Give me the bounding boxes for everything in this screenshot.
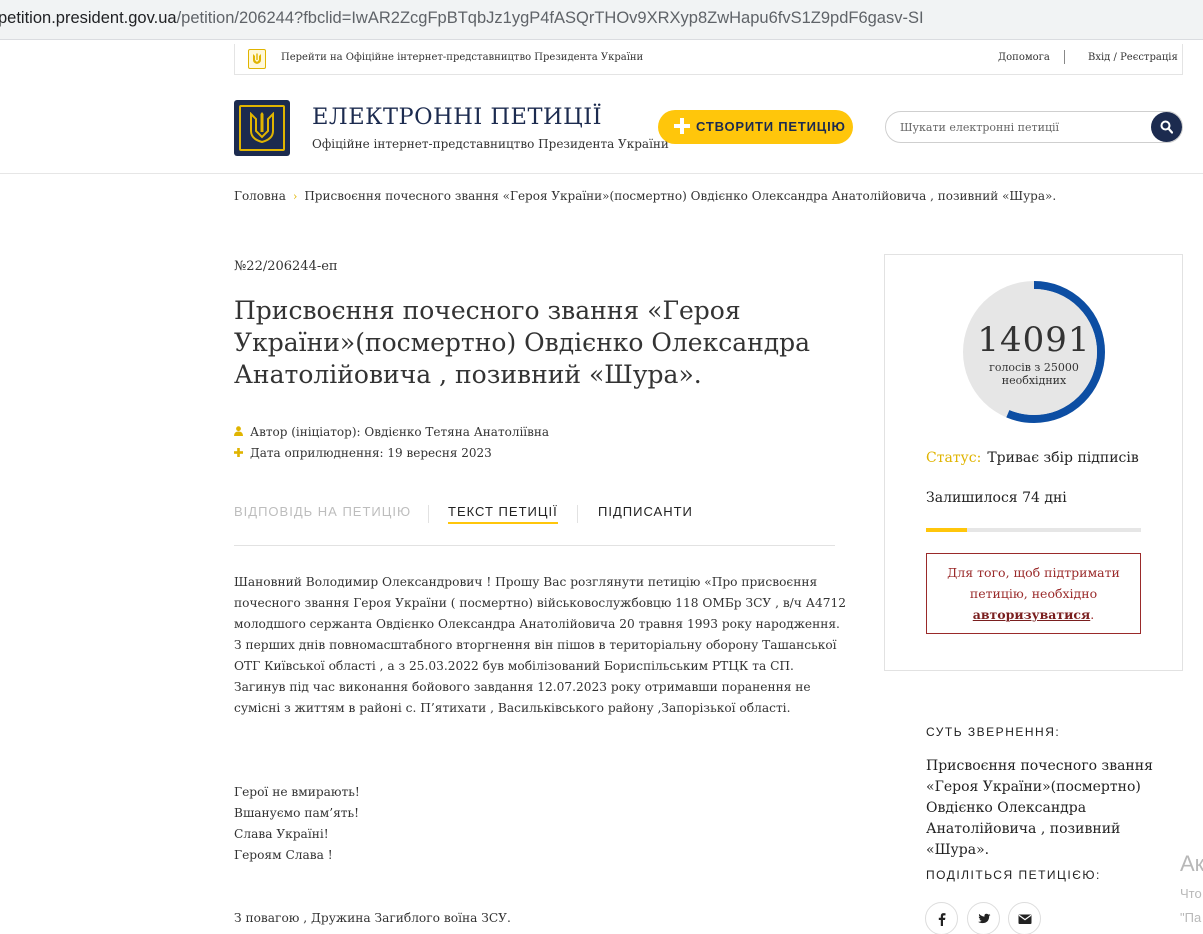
site-title[interactable]: ЕЛЕКТРОННІ ПЕТИЦІЇ — [312, 104, 602, 130]
breadcrumb-home[interactable]: Головна — [234, 189, 286, 203]
browser-address-bar[interactable]: petition.president.gov.ua/petition/20624… — [0, 0, 1203, 40]
authorize-link[interactable]: авторизуватися — [973, 607, 1091, 622]
tab-petition-text[interactable]: ТЕКСТ ПЕТИЦІЇ — [448, 504, 558, 524]
petition-body: Шановний Володимир Олександрович ! Прошу… — [234, 572, 846, 929]
closing-line: Герої не вмирають! — [234, 785, 360, 799]
activation-watermark: Что — [1180, 886, 1202, 901]
official-site-link[interactable]: Перейти на Офіційне інтернет-представниц… — [281, 52, 643, 63]
share-twitter-button[interactable] — [967, 902, 1000, 934]
body-line: сумісні з життям в районі с. П’ятихати ,… — [234, 701, 791, 715]
tab-signers[interactable]: ПІДПИСАНТИ — [598, 504, 693, 519]
summary-line: Присвоєння почесного звання — [926, 758, 1153, 774]
petition-date: Дата оприлюднення: 19 вересня 2023 — [234, 446, 492, 460]
closing-line: Героям Слава ! — [234, 848, 333, 862]
body-line: ОТГ Київської області , а з 25.03.2022 б… — [234, 659, 794, 673]
petition-author: Автор (ініціатор): Овдієнко Тетяна Анато… — [234, 425, 549, 439]
search-box — [885, 111, 1183, 143]
user-icon — [234, 426, 244, 439]
vote-card: 14091 голосів з 25000 необхідних Статус:… — [884, 254, 1183, 671]
twitter-icon — [977, 913, 991, 924]
days-left: Залишилося 74 дні — [926, 490, 1067, 506]
divider — [1064, 50, 1065, 64]
vote-needed-line: необхідних — [1001, 374, 1067, 387]
trident-icon — [250, 112, 274, 144]
petition-number: №22/206244-еп — [234, 259, 338, 274]
auth-notice: Для того, щоб підтримати петицію, необхі… — [926, 553, 1141, 634]
trident-icon — [248, 49, 266, 69]
vote-needed: голосів з 25000 необхідних — [963, 361, 1105, 387]
summary-line: Овдієнко Олександра — [926, 800, 1087, 816]
site-subtitle: Офіційне інтернет-представництво Президе… — [312, 137, 669, 151]
create-petition-button[interactable]: СТВОРИТИ ПЕТИЦІЮ — [658, 110, 853, 144]
body-line: Загинув під час виконання бойового завда… — [234, 680, 811, 694]
status-label: Статус: — [926, 450, 982, 466]
share-heading: ПОДІЛІТЬСЯ ПЕТИЦІЄЮ: — [926, 868, 1101, 882]
header-divider — [0, 173, 1203, 174]
create-petition-label: СТВОРИТИ ПЕТИЦІЮ — [696, 119, 846, 134]
status-value: Триває збір підписів — [987, 450, 1139, 466]
activation-watermark: "Па — [1180, 910, 1202, 925]
auth-text: петицію, необхідно — [969, 586, 1098, 601]
search-input[interactable] — [900, 118, 1140, 136]
search-button[interactable] — [1151, 112, 1182, 142]
share-email-button[interactable] — [1008, 902, 1041, 934]
help-link[interactable]: Допомога — [998, 52, 1050, 63]
url-path: /petition/206244?fbclid=IwAR2ZcgFpBTqbJz… — [176, 9, 924, 27]
breadcrumb: Головна › Присвоєння почесного звання «Гер… — [234, 189, 1056, 203]
vote-count: 14091 — [977, 320, 1091, 360]
tab-divider — [577, 505, 578, 523]
petition-title: Присвоєння почесного звання «Героя Украї… — [234, 296, 811, 389]
breadcrumb-separator: › — [292, 190, 298, 203]
tab-divider — [428, 505, 429, 523]
body-line: Шановний Володимир Олександрович ! Прошу… — [234, 575, 818, 589]
login-register-link[interactable]: Вхід / Реєстрація — [1088, 52, 1178, 63]
days-progress-fill — [926, 528, 967, 532]
summary-text: Присвоєння почесного звання «Героя Украї… — [926, 756, 1186, 861]
date-text: Дата оприлюднення: 19 вересня 2023 — [250, 446, 492, 460]
search-icon — [1160, 120, 1173, 134]
petition-tabs: ВІДПОВІДЬ НА ПЕТИЦІЮ ТЕКСТ ПЕТИЦІЇ ПІДПИ… — [234, 504, 835, 546]
vote-needed-line: голосів з 25000 — [989, 361, 1079, 374]
auth-line: авторизуватися. — [927, 604, 1140, 625]
share-facebook-button[interactable] — [925, 902, 958, 934]
top-utility-bar: Перейти на Офіційне інтернет-представниц… — [234, 44, 1183, 75]
body-line: молодшого сержанта Овдієнко Олександра А… — [234, 617, 840, 631]
tab-answer[interactable]: ВІДПОВІДЬ НА ПЕТИЦІЮ — [234, 504, 411, 519]
body-line: З перших днів повномасштабного вторгненн… — [234, 638, 837, 652]
site-logo[interactable] — [234, 100, 290, 156]
summary-line: Анатолійовича , позивний «Шура». — [926, 821, 1121, 858]
url-host: petition.president.gov.ua — [0, 9, 177, 27]
days-progress-bar — [926, 528, 1141, 532]
body-line: почесного звання Героя України ( посмерт… — [234, 596, 846, 610]
signature-line: З повагою , Дружина Загиблого воїна ЗСУ. — [234, 911, 511, 925]
url-text[interactable]: petition.president.gov.ua/petition/20624… — [0, 9, 924, 28]
closing-line: Слава Україні! — [234, 827, 329, 841]
facebook-icon — [938, 913, 946, 926]
activation-watermark: Ак — [1180, 851, 1203, 876]
auth-end: . — [1090, 607, 1095, 622]
mail-icon — [1018, 914, 1032, 924]
plus-icon — [234, 447, 244, 460]
breadcrumb-current: Присвоєння почесного звання «Героя Украї… — [304, 189, 1057, 203]
plus-icon — [674, 118, 690, 134]
auth-text: Для того, щоб підтримати — [947, 565, 1120, 580]
author-text: Автор (ініціатор): Овдієнко Тетяна Анато… — [250, 425, 550, 439]
status-row: Статус: Триває збір підписів — [926, 450, 1139, 466]
summary-heading: СУТЬ ЗВЕРНЕННЯ: — [926, 725, 1061, 739]
summary-line: «Героя України»(посмертно) — [926, 779, 1141, 795]
closing-line: Вшануємо пам’ять! — [234, 806, 360, 820]
